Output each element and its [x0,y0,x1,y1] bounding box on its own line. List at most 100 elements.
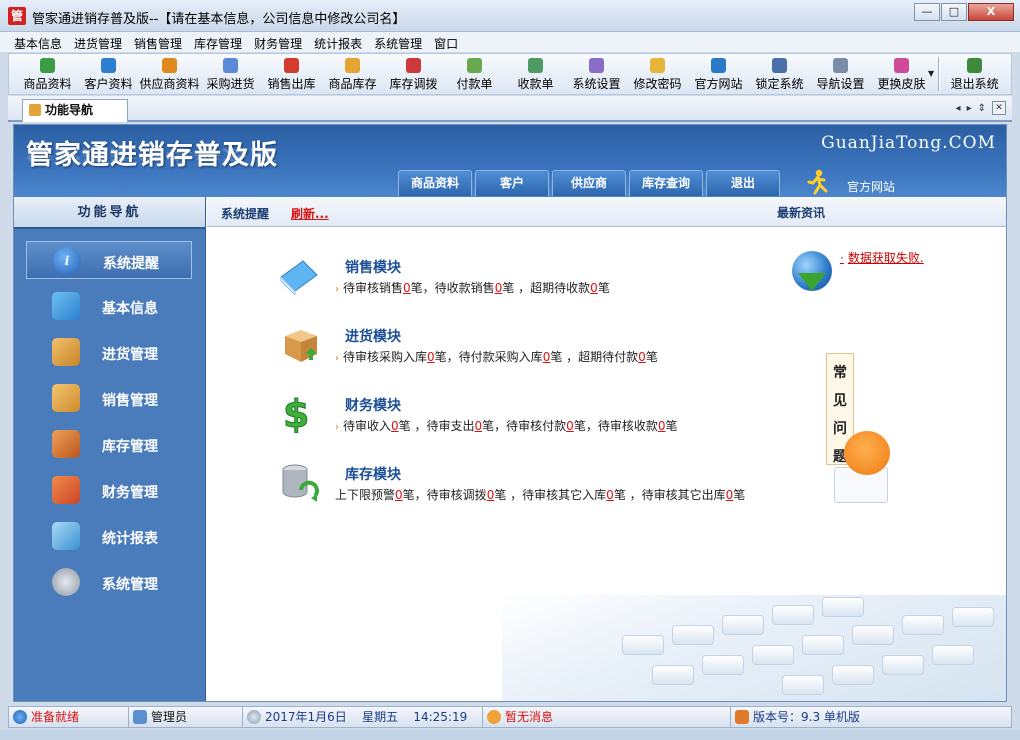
sidebar-item-finance[interactable]: 财务管理 [26,471,192,509]
toolbar-settings-button[interactable]: 系统设置 [566,54,627,94]
sidebar-item-sales[interactable]: 销售管理 [26,379,192,417]
toolbar-sales-button[interactable]: 销售出库 [261,54,322,94]
banner-title-reflection: 管家通进销存普及版 [26,146,278,162]
menu-system[interactable]: 系统管理 [368,32,428,52]
banner-tabs: 商品资料 客户 供应商 库存查询 退出 [398,170,783,196]
toolbar-goods-button[interactable]: 商品资料 [17,54,78,94]
sidebar-item-basic-info[interactable]: 基本信息 [26,287,192,325]
key-decoration [822,597,864,617]
menu-finance[interactable]: 财务管理 [248,32,308,52]
toolbar-stock-button[interactable]: 商品库存 [322,54,383,94]
sidebar-item-reports[interactable]: 统计报表 [26,517,192,555]
bullet-arrow-icon: › [335,422,339,433]
tab-strip: 功能导航 ◂ ▸ ⇕ ✕ [8,96,1012,122]
menu-basic-info[interactable]: 基本信息 [8,32,68,52]
menu-inventory[interactable]: 库存管理 [188,32,248,52]
key-decoration [652,665,694,685]
tab-function-nav[interactable]: 功能导航 [22,99,128,122]
finance-module: $ 财务模块 › 待审收入0笔 ，待审支出0笔，待审核付款0笔，待审核收款0笔 [207,391,767,451]
sidebar-item-system[interactable]: 系统管理 [26,563,192,601]
content-header: 系统提醒 刷新... 最新资讯 [207,197,1006,227]
minimize-button[interactable]: — [914,3,940,21]
banner-tab-stock-query[interactable]: 库存查询 [629,170,703,196]
pending-sales-count[interactable]: 0 [403,281,411,295]
key-decoration [882,655,924,675]
ie-icon [711,58,726,73]
gears-icon [52,568,80,596]
status-bar: 准备就绪 管理员 2017年1月6日 星期五 14:25:19 暂无消息 版本号… [8,706,1012,728]
toolbar-supplier-button[interactable]: 供应商资料 [139,54,200,94]
inventory-module-title: 库存模块 [345,467,401,483]
pending-purchase-count[interactable]: 0 [427,350,435,364]
info-icon: i [53,247,81,275]
toolbar-purchase-button[interactable]: 采购进货 [200,54,261,94]
pending-payment-count[interactable]: 0 [566,419,574,433]
limit-warning-count[interactable]: 0 [395,488,403,502]
key-decoration [832,665,874,685]
menu-window[interactable]: 窗口 [428,32,464,52]
toolbar-lock-button[interactable]: 锁定系统 [749,54,810,94]
lock-icon [772,58,787,73]
toolbar-website-button[interactable]: 官方网站 [688,54,749,94]
status-messages[interactable]: 暂无消息 [483,707,731,727]
mascot-icon[interactable] [844,431,890,475]
sidebar-header: 功能导航 [14,197,205,229]
sales-icon [284,58,299,73]
maximize-button[interactable]: □ [941,3,967,21]
refresh-link[interactable]: 刷新... [291,205,329,222]
pending-other-inbound-count[interactable]: 0 [606,488,614,502]
nav-tab-icon [29,104,41,116]
toolbar-exit-button[interactable]: 退出系统 [944,54,1005,94]
tab-prev-icon[interactable]: ◂ [956,103,961,114]
book-icon [280,260,318,295]
inventory-module-summary: 上下限预警0笔，待审核调拨0笔 ，待审核其它入库0笔 ，待审核其它出库0笔 [335,488,746,502]
menu-purchase[interactable]: 进货管理 [68,32,128,52]
tab-next-icon[interactable]: ▸ [967,103,972,114]
toolbar-payment-button[interactable]: 付款单 [444,54,505,94]
banner-tab-exit[interactable]: 退出 [706,170,780,196]
pending-income-count[interactable]: 0 [391,419,399,433]
toolbar-nav-settings-button[interactable]: 导航设置 [810,54,871,94]
overdue-receivable-count[interactable]: 0 [590,281,598,295]
news-fail-link[interactable]: 数据获取失败. [840,249,924,266]
sidebar-item-inventory[interactable]: 库存管理 [26,425,192,463]
pending-expense-count[interactable]: 0 [475,419,483,433]
toolbar-receipt-button[interactable]: 收款单 [505,54,566,94]
menu-reports[interactable]: 统计报表 [308,32,368,52]
sidebar-item-system-reminder[interactable]: i 系统提醒 [26,241,192,279]
status-user: 管理员 [129,707,243,727]
sidebar-item-purchase[interactable]: 进货管理 [26,333,192,371]
tab-close-icon[interactable]: ✕ [992,101,1006,115]
main-toolbar: 商品资料 客户资料 供应商资料 采购进货 销售出库 商品库存 库存调拨 付款单 … [8,53,1012,95]
banner-tab-customer[interactable]: 客户 [475,170,549,196]
database-icon [282,464,319,502]
key-decoration [852,625,894,645]
purchase-module-summary: › 待审核采购入库0笔，待付款采购入库0笔 ，超期待付款0笔 [335,350,658,364]
keyboard-decoration [502,595,1006,701]
user-icon [133,710,147,724]
menu-sales[interactable]: 销售管理 [128,32,188,52]
tab-list-icon[interactable]: ⇕ [978,103,986,114]
official-site-link[interactable]: 官方网站 [847,178,895,195]
toolbar-skin-button[interactable]: 更换皮肤 [871,54,932,94]
toolbar-transfer-button[interactable]: 库存调拨 [383,54,444,94]
running-man-icon[interactable] [806,169,828,195]
tab-controls: ◂ ▸ ⇕ ✕ [950,101,1006,115]
close-button[interactable]: X [968,3,1014,21]
banner-tab-goods[interactable]: 商品资料 [398,170,472,196]
nav-settings-icon [833,58,848,73]
exit-icon [967,58,983,73]
sidebar: 功能导航 i 系统提醒 基本信息 进货管理 销售管理 库存管理 财务管理 统计报… [14,197,206,701]
toolbar-password-button[interactable]: 修改密码 [627,54,688,94]
home-icon [735,710,749,724]
content-title: 系统提醒 [221,207,270,221]
finance-module-summary: › 待审收入0笔 ，待审支出0笔，待审核付款0笔，待审核收款0笔 [335,419,678,433]
toolbar-customer-button[interactable]: 客户资料 [78,54,139,94]
customer-icon [101,58,116,73]
status-datetime: 2017年1月6日 星期五 14:25:19 [243,707,483,727]
key-decoration [952,607,994,627]
toolbar-separator [938,57,941,91]
banner-tab-supplier[interactable]: 供应商 [552,170,626,196]
title-bar: 管 管家通进销存普及版--【请在基本信息，公司信息中修改公司名】 — □ X [0,0,1020,32]
overdue-payable-count[interactable]: 0 [638,350,646,364]
